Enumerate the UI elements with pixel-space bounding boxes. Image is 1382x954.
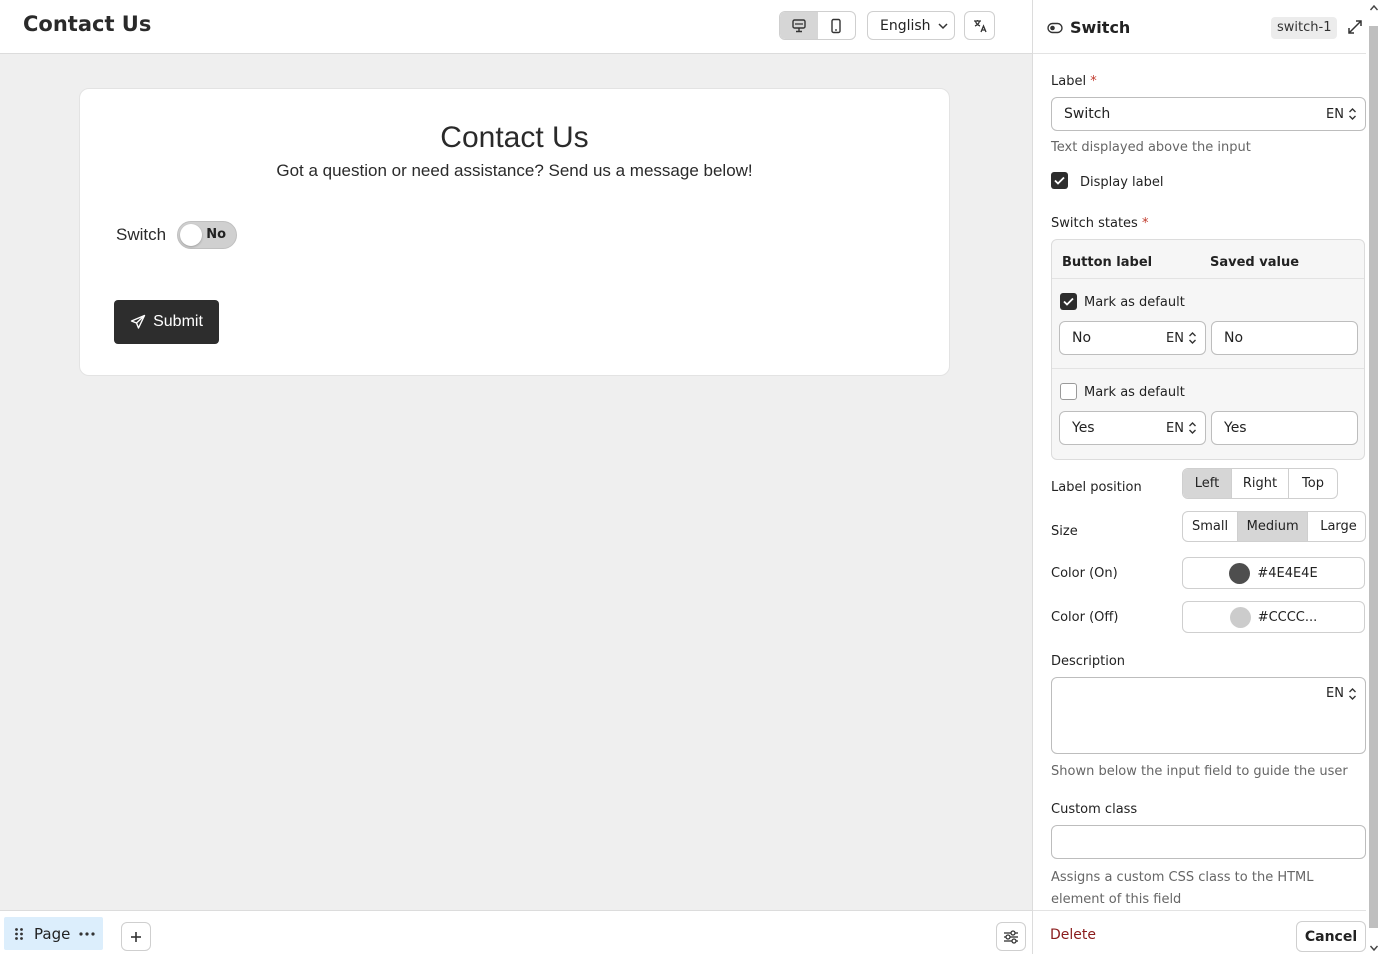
label-position-left[interactable]: Left: [1183, 469, 1232, 498]
switch-field-label: Switch: [116, 225, 167, 244]
submit-button[interactable]: Submit: [114, 300, 219, 344]
device-toggle: [779, 11, 856, 40]
scroll-down-icon[interactable]: [1369, 944, 1379, 952]
form-settings-button[interactable]: [996, 922, 1026, 951]
translate-icon: [973, 19, 987, 32]
state-yes-default-checkbox[interactable]: [1060, 383, 1077, 400]
switch-toggle[interactable]: No: [177, 221, 238, 249]
component-id-badge: switch-1: [1271, 17, 1338, 39]
state-no-default-text: Mark as default: [1084, 295, 1185, 310]
label-position-right[interactable]: Right: [1232, 469, 1289, 498]
switch-states-title: Switch states *: [1051, 216, 1149, 231]
chevron-up-down-icon: [1189, 332, 1196, 344]
label-input[interactable]: Switch EN: [1051, 97, 1366, 131]
color-on-title: Color (On): [1051, 566, 1118, 581]
label-position-top[interactable]: Top: [1289, 469, 1337, 498]
state-divider: [1052, 368, 1364, 369]
display-label-text: Display label: [1080, 175, 1164, 190]
description-lang-select[interactable]: EN: [1326, 686, 1357, 701]
more-options-icon[interactable]: [79, 931, 95, 937]
custom-class-hint: Assigns a custom CSS class to the HTML e…: [1051, 870, 1314, 907]
mobile-icon: [831, 18, 841, 33]
color-off-value: #CCCC...: [1257, 609, 1318, 625]
checkmark-icon: [1054, 176, 1065, 185]
language-select-value: English: [880, 17, 931, 34]
form-preview-card: Contact Us Got a question or need assist…: [79, 88, 950, 376]
custom-class-input[interactable]: [1051, 825, 1366, 859]
checkmark-icon: [1063, 297, 1074, 306]
chevron-up-down-icon: [1349, 108, 1356, 120]
language-select[interactable]: English: [867, 11, 955, 40]
submit-button-label: Submit: [153, 313, 203, 330]
description-textarea[interactable]: EN: [1051, 677, 1366, 754]
state-yes-label-input[interactable]: Yes EN: [1059, 411, 1206, 445]
switch-field[interactable]: Switch No: [116, 221, 238, 249]
state-no-default-checkbox[interactable]: [1060, 293, 1077, 310]
scroll-up-icon[interactable]: [1369, 4, 1379, 12]
delete-button[interactable]: Delete: [1050, 927, 1096, 943]
state-no-value-input[interactable]: No: [1211, 321, 1358, 355]
top-bar: Contact Us English: [0, 0, 1032, 54]
page-tab[interactable]: Page: [4, 917, 103, 950]
size-large[interactable]: Large: [1308, 512, 1365, 541]
sliders-icon: [1004, 929, 1018, 944]
plus-icon: [131, 931, 141, 942]
chevron-up-down-icon: [1349, 687, 1356, 700]
switch-knob: [180, 224, 203, 246]
custom-class-title: Custom class: [1051, 802, 1138, 817]
state-yes-default-text: Mark as default: [1084, 385, 1185, 400]
panel-footer: Delete Cancel: [1033, 910, 1366, 954]
expand-icon[interactable]: [1346, 18, 1364, 36]
switch-states-table: Button label Saved value Mark as default…: [1051, 239, 1365, 460]
description-hint: Shown below the input field to guide the…: [1051, 764, 1348, 779]
state-yes-value-input[interactable]: Yes: [1211, 411, 1358, 445]
color-off-picker[interactable]: #CCCC...: [1182, 601, 1365, 633]
toggle-icon: [1047, 22, 1063, 33]
col-button-label: Button label: [1062, 255, 1153, 270]
size-medium[interactable]: Medium: [1238, 512, 1309, 541]
translate-button[interactable]: [964, 11, 995, 40]
app-title: Contact Us: [23, 12, 152, 36]
color-off-swatch: [1229, 606, 1251, 628]
size-small[interactable]: Small: [1183, 512, 1239, 541]
add-page-button[interactable]: [121, 922, 151, 951]
properties-panel: Switch switch-1 Label * Switch EN Text d…: [1032, 0, 1382, 954]
label-position-segmented: Left Right Top: [1182, 468, 1338, 499]
color-on-picker[interactable]: #4E4E4E: [1182, 557, 1365, 589]
form-subtitle: Got a question or need assistance? Send …: [276, 161, 753, 180]
desktop-view-button[interactable]: [780, 12, 818, 39]
state-no-label-input[interactable]: No EN: [1059, 321, 1206, 355]
mobile-view-button[interactable]: [818, 12, 856, 39]
label-field-title: Label *: [1051, 74, 1097, 89]
col-saved-value: Saved value: [1210, 255, 1300, 270]
chevron-up-down-icon: [1189, 422, 1196, 434]
panel-header: Switch switch-1: [1033, 0, 1366, 54]
page-tab-label: Page: [34, 924, 71, 943]
panel-title-text: Switch: [1070, 18, 1131, 37]
color-on-value: #4E4E4E: [1257, 565, 1318, 581]
cancel-button[interactable]: Cancel: [1296, 921, 1366, 952]
description-title: Description: [1051, 654, 1126, 669]
panel-title: Switch: [1047, 18, 1130, 37]
chevron-down-icon: [938, 22, 948, 29]
size-title: Size: [1051, 524, 1078, 539]
label-position-title: Label position: [1051, 480, 1142, 495]
state-no-lang-select[interactable]: EN: [1166, 331, 1197, 346]
switch-state-text: No: [206, 227, 227, 242]
form-title: Contact Us: [440, 121, 589, 154]
bottom-bar: Page: [0, 910, 1032, 954]
drag-handle-icon[interactable]: [14, 927, 24, 941]
display-label-checkbox[interactable]: [1051, 172, 1068, 189]
label-input-value: Switch: [1064, 106, 1111, 122]
color-off-title: Color (Off): [1051, 610, 1119, 625]
desktop-icon: [792, 18, 806, 32]
color-on-swatch: [1229, 562, 1251, 584]
send-icon: [130, 314, 146, 329]
size-segmented: Small Medium Large: [1182, 511, 1366, 542]
label-hint: Text displayed above the input: [1051, 140, 1251, 155]
state-yes-lang-select[interactable]: EN: [1166, 421, 1197, 436]
states-table-header: Button label Saved value: [1052, 240, 1364, 279]
label-lang-select[interactable]: EN: [1326, 107, 1357, 122]
panel-scrollbar-thumb[interactable]: [1369, 26, 1378, 928]
